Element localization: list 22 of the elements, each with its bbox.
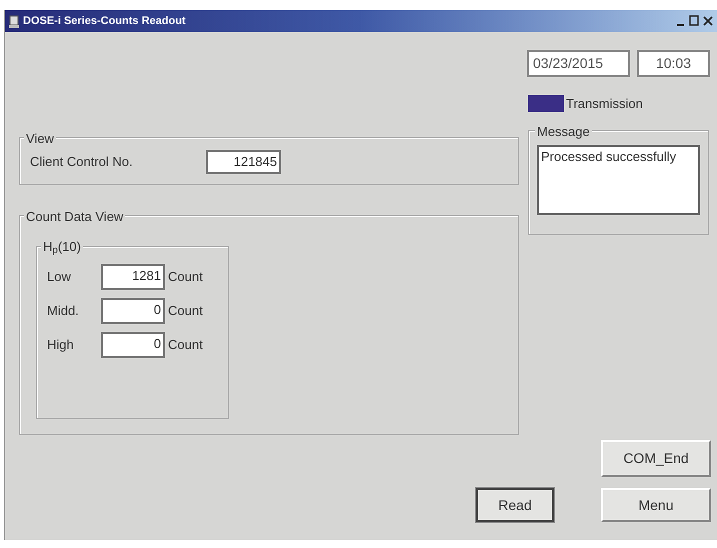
unit-label: Count [168, 268, 203, 286]
maximize-icon[interactable] [689, 15, 699, 27]
unit-label: Count [168, 302, 203, 320]
row-label: Low [47, 268, 72, 286]
read-button[interactable]: Read [476, 488, 554, 522]
row-label: High [47, 336, 75, 354]
transmission-label: Transmission [566, 94, 643, 113]
window-title: DOSE-i Series-Counts Readout [23, 14, 186, 29]
count-field[interactable]: 1281 [101, 264, 165, 290]
message-box: Processed successfully [537, 145, 700, 215]
count-field[interactable]: 0 [101, 332, 165, 358]
window-icon [9, 14, 19, 28]
field-label: Client Control No. [30, 153, 134, 172]
com-end-button[interactable]: COM_End [601, 440, 711, 477]
menu-button[interactable]: Menu [601, 488, 711, 522]
time-field: 10:03 [637, 50, 710, 77]
close-icon[interactable] [703, 15, 713, 27]
date-field: 03/23/2015 [527, 50, 630, 77]
count-field[interactable]: 0 [101, 298, 165, 324]
row-label: Midd. [47, 302, 80, 320]
client-control-field[interactable]: 121845 [206, 150, 281, 174]
unit-label: Count [168, 336, 203, 354]
